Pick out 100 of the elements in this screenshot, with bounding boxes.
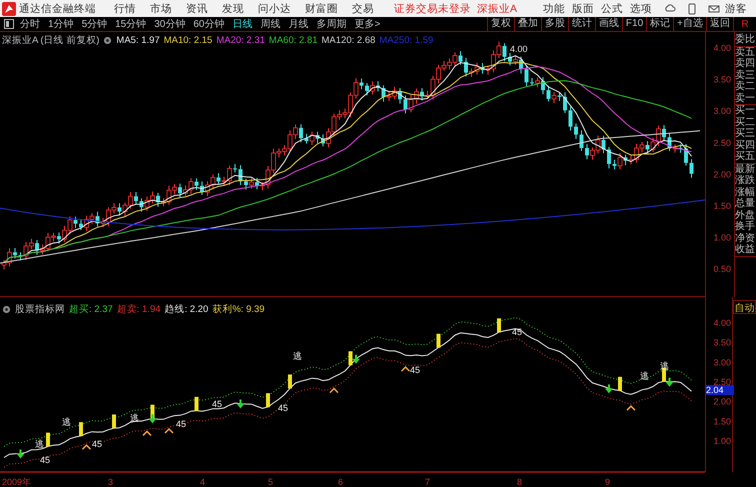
toolbar-button[interactable]: 复权 <box>486 17 514 31</box>
indicator-axis-label: 3.50 <box>713 338 731 348</box>
time-axis-label: 5 <box>268 477 274 487</box>
candlestick <box>524 64 528 87</box>
signal-label: 45 <box>212 399 222 409</box>
quote-field-label: 买五 <box>735 151 756 162</box>
candlestick <box>690 158 694 178</box>
quote-field-label: 卖五 <box>735 46 756 58</box>
caret-icon <box>164 428 174 434</box>
menu-item[interactable]: 行情 <box>114 2 136 16</box>
period-tab[interactable]: 1分钟 <box>48 17 74 31</box>
indicator-axis-label: 2.50 <box>713 377 731 387</box>
cloud-icon[interactable] <box>664 2 676 14</box>
quote-field-label: 买三 <box>735 128 756 140</box>
period-tab[interactable]: 30分钟 <box>154 17 186 31</box>
time-axis-label: 8 <box>517 477 522 487</box>
logo-icon <box>2 2 16 16</box>
quote-field-label: 总量 <box>735 198 756 210</box>
toolbar-button[interactable]: 画线 <box>594 17 622 31</box>
menu-item[interactable]: 功能 <box>543 2 566 16</box>
signal-label: 45 <box>512 327 522 337</box>
stock-name: 深振业A <box>477 2 518 16</box>
caret-icon <box>400 366 410 372</box>
moving-average-value: MA10: 2.15 <box>164 35 212 46</box>
period-tab[interactable]: 日线 <box>232 17 252 31</box>
signal-bar <box>618 376 622 391</box>
indicator-value: 超卖: 1.94 <box>116 303 161 316</box>
quote-field-label: 买一 <box>735 105 756 116</box>
indicator-title: 股票指标网 <box>15 303 65 316</box>
phone-icon[interactable] <box>686 2 698 14</box>
menu-item[interactable]: 版面 <box>572 2 594 16</box>
signal-bar <box>497 318 501 332</box>
message-icon[interactable] <box>708 2 720 14</box>
moving-average-value: MA5: 1.97 <box>116 35 160 46</box>
candlestick <box>574 123 578 140</box>
price-axis-label: 3.00 <box>713 106 731 116</box>
auto-button[interactable]: 自动 <box>733 300 756 314</box>
indicator-axis-label: 3.00 <box>713 357 731 368</box>
gear-icon[interactable] <box>2 305 11 314</box>
period-tab[interactable]: 周线 <box>260 17 280 31</box>
period-tab[interactable]: 15分钟 <box>115 17 146 31</box>
signal-bar <box>79 422 83 436</box>
arrow-down-icon <box>352 354 360 364</box>
quote-field-label: 外盘 <box>735 210 756 220</box>
toolbar-button[interactable]: 多股 <box>540 17 568 31</box>
signal-bar <box>112 414 116 428</box>
toolbar-button[interactable]: 统计 <box>568 17 595 31</box>
menu-item[interactable]: 选项 <box>630 2 652 16</box>
indicator-value: 获利%: 9.39 <box>212 303 265 316</box>
quote-field-label: 换手 <box>735 221 756 232</box>
price-axis-label: 3.50 <box>713 74 731 85</box>
signal-label: 45 <box>278 403 288 413</box>
user-label[interactable]: 游客 <box>725 2 748 16</box>
quote-field-label: 收益 <box>735 244 756 256</box>
menu-item[interactable]: 公式 <box>601 2 624 16</box>
price-axis-label: 4.00 <box>713 43 731 53</box>
period-tab[interactable]: 5分钟 <box>82 17 108 31</box>
time-axis-label: 3 <box>108 477 114 487</box>
quote-field-label: 买四 <box>735 140 756 151</box>
arrow-down-icon <box>666 378 674 387</box>
panel-toggle-icon[interactable] <box>4 19 14 29</box>
period-tab[interactable]: 分时 <box>20 17 40 31</box>
price-axis-label: 0.50 <box>713 264 731 274</box>
candlestick <box>568 106 572 132</box>
toolbar-button[interactable]: +自选 <box>673 17 706 31</box>
quote-field-label: 卖三 <box>735 70 756 80</box>
menu-item[interactable]: 市场 <box>150 2 172 16</box>
time-axis-label: 2009年 <box>2 477 32 487</box>
chart-title: 深振业A (日线 前复权) <box>2 34 100 47</box>
time-axis-label: 6 <box>338 477 344 487</box>
moving-average-value: MA120: 2.68 <box>322 35 376 46</box>
arrow-down-icon <box>16 450 24 459</box>
menu-item[interactable]: 发现 <box>222 2 244 16</box>
quote-field-label: 卖一 <box>735 92 756 104</box>
quote-field-label: 委比 <box>735 34 756 46</box>
signal-label: 45 <box>176 419 186 429</box>
menu-item[interactable]: 问小达 <box>258 2 291 16</box>
current-value-tag: 2.04 <box>706 385 734 395</box>
signal-label: 45 <box>40 455 50 465</box>
price-axis-label: 1.50 <box>713 201 731 211</box>
login-notice[interactable]: 证券交易未登录 <box>394 2 471 16</box>
candlestick <box>607 146 611 169</box>
time-axis-label: 7 <box>425 477 430 487</box>
arrow-down-icon <box>148 414 156 424</box>
menu-item[interactable]: 财富圈 <box>305 2 338 16</box>
caret-icon <box>142 430 152 436</box>
period-tab[interactable]: 多周期 <box>316 17 346 31</box>
caret-icon <box>626 405 636 411</box>
peak-price-label: 4.00 <box>510 44 528 54</box>
gear-icon[interactable] <box>103 36 112 45</box>
menu-item[interactable]: 资讯 <box>186 2 208 16</box>
quote-field-label: 卖四 <box>735 58 756 70</box>
menu-item[interactable]: 交易 <box>352 2 374 16</box>
signal-label: 45 <box>410 365 420 375</box>
period-tab[interactable]: 更多> <box>354 17 380 31</box>
signal-label: 逃 <box>130 413 139 423</box>
quote-field-label: 涨幅 <box>735 186 756 198</box>
period-tab[interactable]: 60分钟 <box>193 17 224 31</box>
period-tab[interactable]: 月线 <box>288 17 308 31</box>
quote-field-label: 卖二 <box>735 81 756 92</box>
